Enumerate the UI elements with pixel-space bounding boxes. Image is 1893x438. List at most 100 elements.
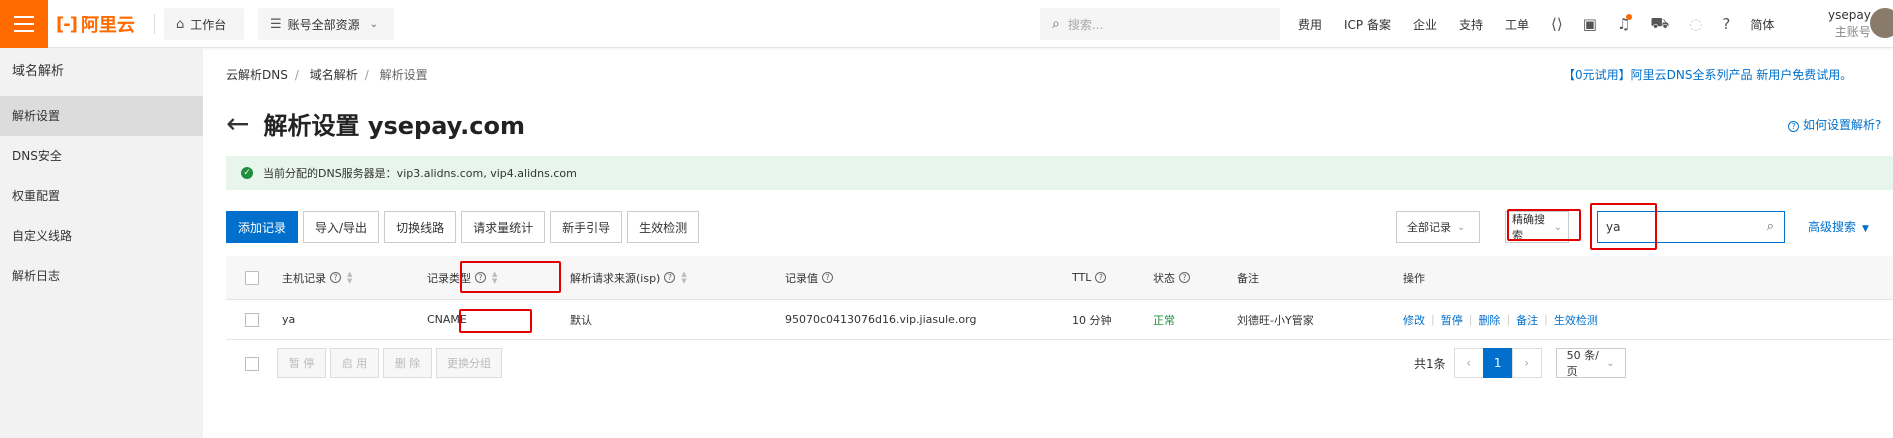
sidebar-item-custom-line[interactable]: 自定义线路 [0, 216, 203, 256]
link-enterprise[interactable]: 企业 [1413, 16, 1437, 33]
help-link-label: 如何设置解析? [1803, 118, 1882, 132]
help-icon[interactable]: ? [1095, 272, 1107, 283]
advanced-search-link[interactable]: 高级搜索 ▼ [1808, 218, 1869, 235]
guide-button[interactable]: 新手引导 [550, 211, 623, 243]
help-icon[interactable]: ? [822, 272, 833, 283]
request-stats-button[interactable]: 请求量统计 [461, 211, 546, 243]
effect-check-button[interactable]: 生效检测 [627, 211, 700, 243]
cell-host: ya [282, 313, 296, 326]
bulk-enable-button[interactable]: 启 用 [330, 348, 379, 378]
divider: | [1506, 313, 1511, 326]
col-isp[interactable]: 解析请求来源(isp)? ▲ ▼ [570, 256, 687, 299]
breadcrumb-domain[interactable]: 域名解析 [310, 68, 358, 82]
effect-check-link[interactable]: 生效检测 [1554, 312, 1598, 328]
switch-line-button[interactable]: 切换线路 [384, 211, 457, 243]
code-icon[interactable]: ⟨⟩ [1551, 15, 1563, 33]
divider: | [1431, 313, 1435, 326]
user-info[interactable]: ysepay 主账号 [1828, 7, 1871, 41]
lightbulb-icon[interactable]: ◌ [1689, 15, 1702, 33]
chevron-down-icon: ⌄ [1457, 221, 1466, 233]
add-record-button[interactable]: 添加记录 [226, 211, 299, 243]
col-isp-label: 解析请求来源(isp) [570, 271, 661, 285]
dns-server-alert: ✓ 当前分配的DNS服务器是：vip3.alidns.com, vip4.ali… [226, 156, 1893, 190]
top-navbar: [-] 阿里云 ⌂ 工作台 ☰ 账号全部资源 ⌄ ⌕ 搜索... 费用 ICP … [0, 0, 1893, 48]
row-actions: 修改 | 暂停 | 删除 | 备注 | 生效检测 [1403, 300, 1601, 339]
highlight-box-cname [459, 309, 532, 333]
remark-link[interactable]: 备注 [1516, 312, 1538, 328]
chevron-left-icon: ‹ [1466, 356, 1472, 370]
delete-link[interactable]: 删除 [1478, 312, 1500, 328]
col-host[interactable]: 主机记录? ▲ ▼ [282, 256, 352, 299]
page-size-select[interactable]: 50 条/页 ⌄ [1555, 348, 1626, 378]
resources-label: 账号全部资源 [287, 17, 360, 32]
sidebar-item-settings[interactable]: 解析设置 [0, 96, 203, 136]
col-ttl: TTL? [1072, 256, 1107, 299]
sidebar-item-logs[interactable]: 解析日志 [0, 256, 203, 296]
promo-link[interactable]: 【0元试用】阿里云DNS全系列产品 新用户免费试用。 [1563, 66, 1893, 83]
record-scope-select[interactable]: 全部记录 ⌄ [1396, 211, 1480, 243]
footer-select-all-checkbox[interactable] [245, 342, 259, 386]
edit-link[interactable]: 修改 [1403, 312, 1425, 328]
link-ticket[interactable]: 工单 [1505, 16, 1529, 33]
pause-link[interactable]: 暂停 [1441, 312, 1463, 328]
status-badge: 正常 [1153, 313, 1175, 327]
alert-text: 当前分配的DNS服务器是：vip3.alidns.com, vip4.alidn… [263, 167, 577, 180]
link-icp[interactable]: ICP 备案 [1344, 16, 1391, 33]
highlight-box-search-input [1590, 203, 1657, 250]
help-link[interactable]: ? 如何设置解析? [1788, 116, 1881, 133]
import-export-button[interactable]: 导入/导出 [303, 211, 380, 243]
chevron-down-icon: ⌄ [369, 18, 379, 30]
terminal-icon[interactable]: ▣ [1583, 15, 1597, 33]
col-ttl-label: TTL [1072, 271, 1092, 284]
select-all-checkbox[interactable] [245, 256, 259, 299]
link-fees[interactable]: 费用 [1298, 16, 1322, 33]
row-checkbox[interactable] [245, 300, 259, 339]
breadcrumb-dns[interactable]: 云解析DNS [226, 68, 288, 82]
search-icon[interactable]: ⌕ [1767, 219, 1774, 234]
highlight-box-search-mode [1507, 209, 1581, 241]
workbench-label: 工作台 [190, 17, 227, 32]
col-remark: 备注 [1237, 271, 1259, 285]
bell-icon[interactable]: ♫ [1617, 14, 1633, 33]
change-group-button[interactable]: 更换分组 [436, 348, 502, 378]
avatar[interactable] [1870, 8, 1893, 38]
help-icon[interactable]: ? [330, 272, 341, 283]
divider: | [1544, 313, 1548, 326]
chevron-down-icon: ⌄ [1606, 357, 1615, 369]
breadcrumb-separator: / [364, 68, 369, 82]
workbench-button[interactable]: ⌂ 工作台 [164, 8, 244, 40]
language-switch[interactable]: 简体 [1750, 16, 1774, 33]
col-status: 状态? [1153, 256, 1190, 299]
help-circle-icon[interactable]: ? [1722, 15, 1730, 33]
help-icon[interactable]: ? [1179, 272, 1190, 283]
page-number-current[interactable]: 1 [1482, 348, 1513, 378]
cell-isp: 默认 [570, 313, 592, 327]
cart-icon[interactable]: ⛟ [1650, 14, 1669, 34]
prev-page-button[interactable]: ‹ [1453, 348, 1484, 378]
sidebar: 域名解析 解析设置 DNS安全 权重配置 自定义线路 解析日志 [0, 48, 203, 438]
user-role: 主账号 [1834, 25, 1871, 39]
breadcrumb-current: 解析设置 [379, 68, 428, 82]
sidebar-item-dns-security[interactable]: DNS安全 [0, 136, 203, 176]
link-support[interactable]: 支持 [1459, 16, 1483, 33]
menu-icon[interactable] [0, 0, 48, 48]
aliyun-logo[interactable]: [-] 阿里云 [56, 10, 135, 38]
resources-dropdown[interactable]: ☰ 账号全部资源 ⌄ [258, 8, 394, 40]
search-icon: ⌕ [1052, 16, 1060, 32]
sort-icon[interactable]: ▲ ▼ [681, 270, 686, 285]
action-toolbar: 添加记录 导入/导出 切换线路 请求量统计 新手引导 生效检测 [226, 211, 704, 243]
cell-ttl: 10 分钟 [1072, 313, 1112, 327]
bulk-pause-button[interactable]: 暂 停 [277, 348, 326, 378]
sidebar-item-weight[interactable]: 权重配置 [0, 176, 203, 216]
list-icon: ☰ [270, 16, 282, 32]
sort-icon[interactable]: ▲ ▼ [347, 270, 352, 285]
next-page-button[interactable]: › [1511, 348, 1542, 378]
global-search-input[interactable]: ⌕ 搜索... [1040, 8, 1280, 40]
sidebar-header[interactable]: 域名解析 [0, 48, 203, 96]
back-arrow-icon[interactable]: ← [226, 109, 249, 138]
bulk-delete-button[interactable]: 删 除 [383, 348, 432, 378]
table-footer: 暂 停 启 用 删 除 更换分组 共1条 ‹ 1 › 50 条/页 ⌄ [226, 342, 1893, 386]
help-icon[interactable]: ? [664, 272, 676, 283]
col-status-label: 状态 [1153, 271, 1175, 285]
cell-remark: 刘德旺-小Y管家 [1237, 313, 1314, 327]
